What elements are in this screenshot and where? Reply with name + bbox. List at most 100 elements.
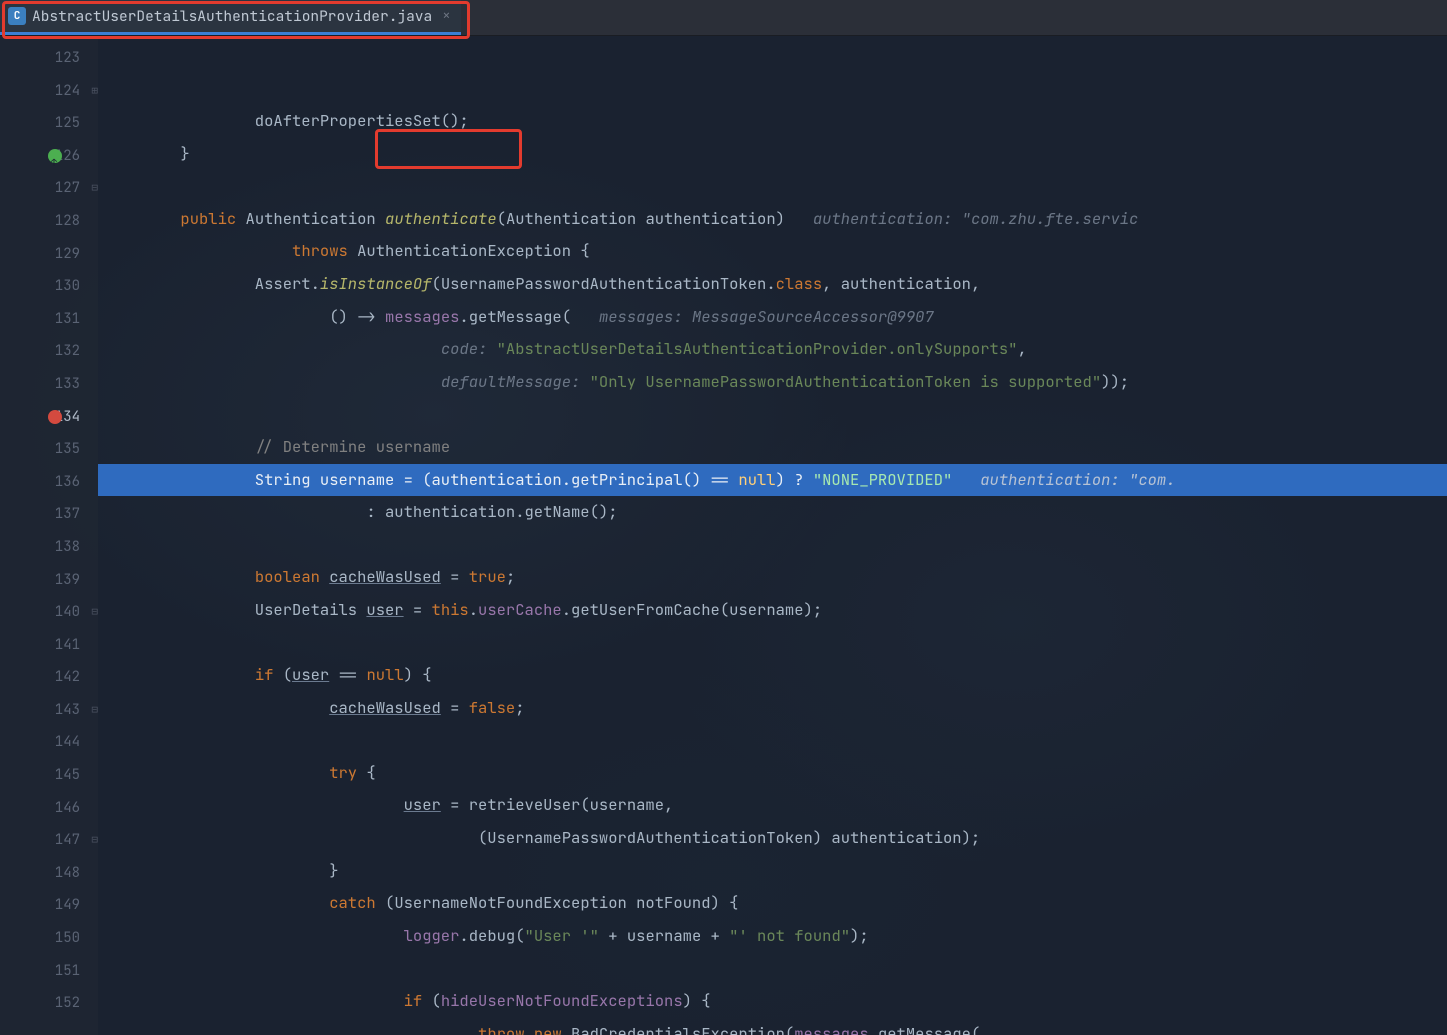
code-line[interactable]: user = retrieveUser(username, [98,789,1447,822]
line-number: 123 [50,42,80,75]
line-number: 132 [50,335,80,368]
gutter-line[interactable]: 134 [0,401,98,434]
gutter-line[interactable]: 129 [0,238,98,271]
code-line[interactable]: throw new BadCredentialsException(messag… [98,1018,1447,1035]
code-line[interactable]: } [98,855,1447,888]
line-number: 145 [50,759,80,792]
gutter-line[interactable]: 142 [0,661,98,694]
line-number: 142 [50,661,80,694]
code-line[interactable]: () -> messages.getMessage( messages: Mes… [98,301,1447,334]
line-number: 139 [50,564,80,597]
line-number: 149 [50,889,80,922]
gutter-line[interactable]: 148 [0,857,98,890]
code-line[interactable] [98,170,1447,203]
code-line[interactable] [98,724,1447,757]
code-line[interactable] [98,398,1447,431]
line-number: 140 [50,596,80,629]
gutter-line[interactable]: 139 [0,564,98,597]
line-number: 146 [50,792,80,825]
code-line[interactable]: catch (UsernameNotFoundException notFoun… [98,887,1447,920]
code-line[interactable]: (UsernamePasswordAuthenticationToken) au… [98,822,1447,855]
line-number: 135 [50,433,80,466]
gutter-line[interactable]: 131 [0,303,98,336]
code-line[interactable] [98,529,1447,562]
code-area[interactable]: doAfterPropertiesSet(); } public Authent… [98,36,1447,1035]
code-line[interactable]: try { [98,757,1447,790]
line-number: 124 [50,75,80,108]
gutter-line[interactable]: 136 [0,466,98,499]
fold-open-icon[interactable]: ⊟ [91,172,98,205]
gutter-line[interactable]: 125 [0,107,98,140]
gutter-line[interactable]: 124 ⊞ [0,75,98,108]
code-editor[interactable]: 123124⊞125126127⊟12812913013113213313413… [0,36,1447,1035]
line-number: 133 [50,368,80,401]
gutter-line[interactable]: 141 [0,629,98,662]
fold-open-icon[interactable]: ⊟ [91,824,98,857]
gutter-line[interactable]: 126 [0,140,98,173]
fold-open-icon[interactable]: ⊟ [91,596,98,629]
gutter-line[interactable]: 130 [0,270,98,303]
tab-filename: AbstractUserDetailsAuthenticationProvide… [32,7,432,26]
code-line[interactable]: // Determine username [98,431,1447,464]
gutter[interactable]: 123124⊞125126127⊟12812913013113213313413… [0,36,98,1035]
code-line[interactable]: String username = (authentication.getPri… [98,464,1447,497]
code-line[interactable]: if (user == null) { [98,659,1447,692]
code-line[interactable] [98,952,1447,985]
gutter-line[interactable]: 133 [0,368,98,401]
gutter-line[interactable]: 128 [0,205,98,238]
gutter-line[interactable]: 147 ⊟ [0,824,98,857]
gutter-line[interactable]: 143 ⊟ [0,694,98,727]
code-line[interactable]: cacheWasUsed = false; [98,692,1447,725]
close-icon[interactable]: × [442,7,450,25]
code-line[interactable]: code: "AbstractUserDetailsAuthentication… [98,333,1447,366]
line-number: 136 [50,466,80,499]
gutter-line[interactable]: 145 [0,759,98,792]
gutter-line[interactable]: 152 [0,987,98,1020]
tab-bar: C AbstractUserDetailsAuthenticationProvi… [0,0,1447,36]
fold-close-icon[interactable]: ⊞ [91,75,98,108]
gutter-line[interactable]: 146 [0,792,98,825]
line-number: 141 [50,629,80,662]
code-line[interactable]: Assert.isInstanceOf(UsernamePasswordAuth… [98,268,1447,301]
gutter-line[interactable]: 135 [0,433,98,466]
line-number: 138 [50,531,80,564]
code-line[interactable]: throws AuthenticationException { [98,235,1447,268]
line-number: 148 [50,857,80,890]
code-line[interactable]: logger.debug("User '" + username + "' no… [98,920,1447,953]
gutter-line[interactable]: 140 ⊟ [0,596,98,629]
fold-open-icon[interactable]: ⊟ [91,694,98,727]
line-number: 128 [50,205,80,238]
code-line[interactable] [98,627,1447,660]
gutter-line[interactable]: 132 [0,335,98,368]
code-line[interactable]: defaultMessage: "Only UsernamePasswordAu… [98,366,1447,399]
code-line[interactable]: if (hideUserNotFoundExceptions) { [98,985,1447,1018]
code-line[interactable]: doAfterPropertiesSet(); [98,105,1447,138]
code-line[interactable]: public Authentication authenticate(Authe… [98,203,1447,236]
code-line[interactable]: UserDetails user = this.userCache.getUse… [98,594,1447,627]
line-number: 129 [50,238,80,271]
gutter-line[interactable]: 127 ⊟ [0,172,98,205]
line-number: 137 [50,498,80,531]
java-class-icon: C [8,7,26,25]
line-number: 131 [50,303,80,336]
gutter-line[interactable]: 138 [0,531,98,564]
line-number: 127 [50,172,80,205]
line-number: 143 [50,694,80,727]
gutter-line[interactable]: 123 [0,42,98,75]
line-number: 125 [50,107,80,140]
line-number: 150 [50,922,80,955]
gutter-line[interactable]: 149 [0,889,98,922]
line-number: 130 [50,270,80,303]
line-number: 144 [50,726,80,759]
gutter-line[interactable]: 144 [0,726,98,759]
line-number: 147 [50,824,80,857]
breakpoint-icon[interactable] [48,410,62,424]
override-marker-icon[interactable] [48,149,62,163]
gutter-line[interactable]: 150 [0,922,98,955]
file-tab[interactable]: C AbstractUserDetailsAuthenticationProvi… [0,0,461,35]
gutter-line[interactable]: 137 [0,498,98,531]
code-line[interactable]: : authentication.getName(); [98,496,1447,529]
code-line[interactable]: boolean cacheWasUsed = true; [98,561,1447,594]
code-line[interactable]: } [98,138,1447,171]
gutter-line[interactable]: 151 [0,955,98,988]
